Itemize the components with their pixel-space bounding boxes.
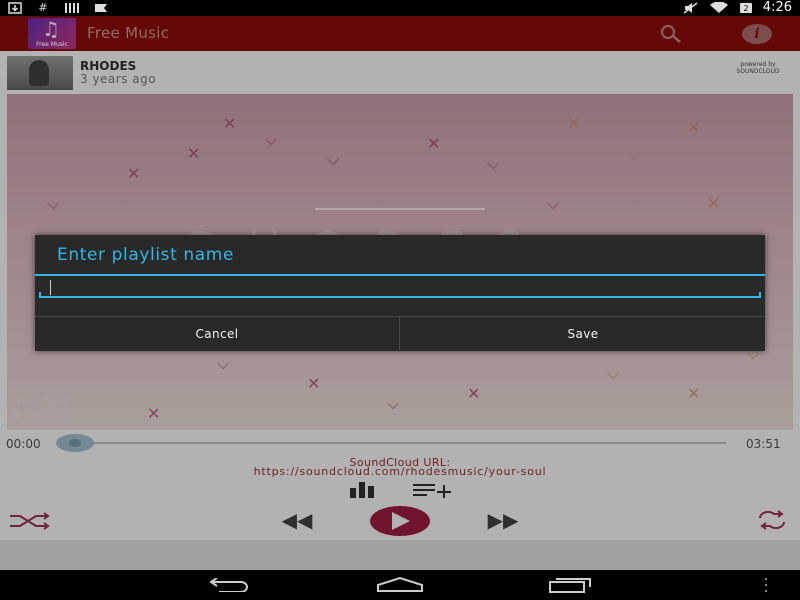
recent-apps-icon[interactable]: [546, 577, 594, 593]
home-icon[interactable]: [374, 577, 426, 593]
input-underline: [39, 292, 761, 298]
status-right: 2 4:26: [683, 1, 792, 15]
overflow-menu-icon[interactable]: · · ·: [762, 573, 770, 599]
wifi-icon: [709, 2, 728, 13]
mute-icon: [683, 2, 698, 14]
back-icon[interactable]: [205, 578, 253, 592]
hash-icon: #: [38, 1, 48, 14]
button-divider: [399, 317, 400, 352]
mail-flag-icon: [95, 4, 107, 12]
save-button[interactable]: Save: [401, 317, 765, 352]
screen: # 2 4:26 ♫ Free Music Free Music i RHODE…: [0, 0, 800, 600]
status-left: #: [8, 1, 110, 15]
dialog-button-row: Cancel Save: [35, 316, 765, 352]
dialog-title-divider: [35, 274, 765, 276]
playlist-name-dialog: Enter playlist name Cancel Save: [35, 235, 765, 352]
status-bar: # 2 4:26: [0, 0, 800, 16]
signal-bars-icon: [65, 3, 79, 13]
dialog-title: Enter playlist name: [57, 245, 235, 265]
status-time: 4:26: [762, 0, 792, 15]
svg-text:2: 2: [743, 4, 748, 13]
cancel-button[interactable]: Cancel: [35, 317, 399, 352]
battery-icon: 2: [739, 3, 752, 13]
navigation-bar: · · ·: [0, 570, 800, 600]
text-cursor: [50, 280, 51, 295]
download-icon: [8, 2, 22, 14]
